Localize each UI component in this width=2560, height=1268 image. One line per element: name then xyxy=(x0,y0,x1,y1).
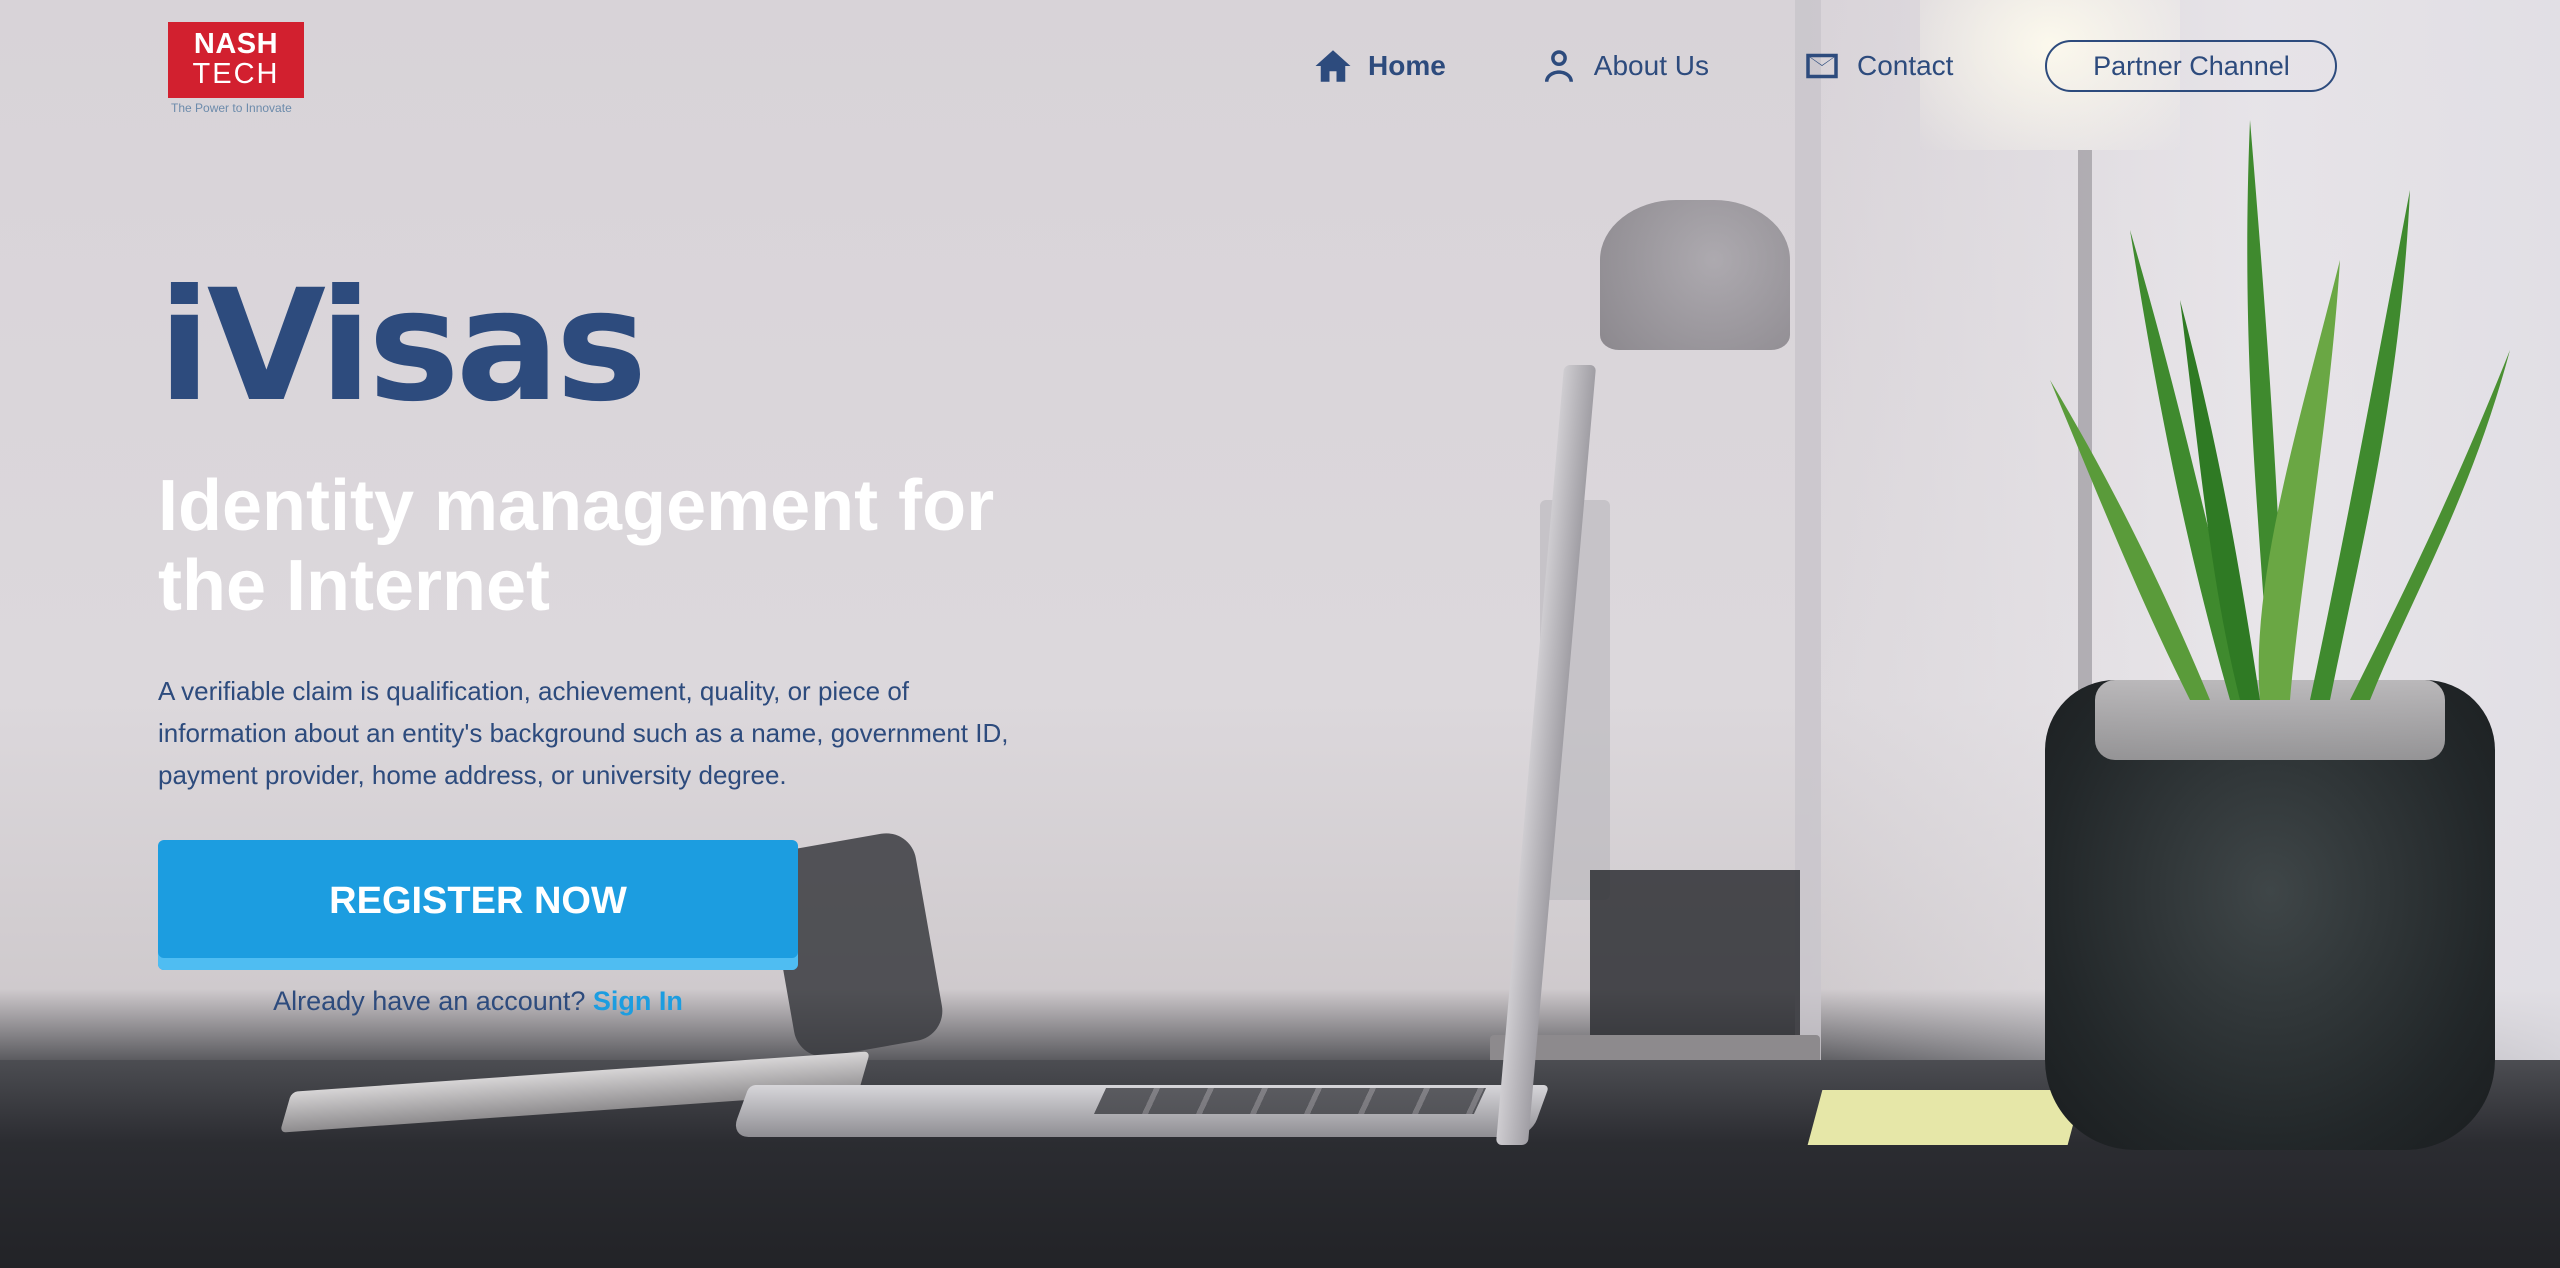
desk-lamp xyxy=(1600,200,1790,350)
home-icon xyxy=(1315,50,1351,82)
mail-icon xyxy=(1806,53,1838,79)
sign-in-link[interactable]: Sign In xyxy=(593,986,683,1016)
logo-tagline: The Power to Innovate xyxy=(171,101,292,115)
laptop-keys xyxy=(1093,1088,1487,1114)
dark-box xyxy=(1590,870,1800,1040)
brand-title: iVisas xyxy=(158,257,647,436)
logo-line2: TECH xyxy=(192,58,280,90)
signin-row: Already have an account? Sign In xyxy=(158,986,798,1017)
signin-prompt: Already have an account? xyxy=(273,986,593,1016)
nav-item-about-label: About Us xyxy=(1593,50,1709,81)
top-navigation: Home About Us Contact Partner Channel xyxy=(1312,40,2338,92)
nav-item-about-us[interactable]: About Us xyxy=(1538,45,1709,87)
partner-channel-button[interactable]: Partner Channel xyxy=(2045,40,2338,92)
nav-item-home[interactable]: Home xyxy=(1312,45,1446,87)
hero-headline: Identity management for the Internet xyxy=(158,466,995,626)
nav-item-home-label: Home xyxy=(1368,50,1446,81)
user-icon xyxy=(1544,50,1573,82)
nav-item-contact-label: Contact xyxy=(1856,50,1954,81)
sticky-notes xyxy=(1807,1090,2083,1145)
hero-description: A verifiable claim is qualification, ach… xyxy=(158,676,1009,790)
nav-item-contact[interactable]: Contact xyxy=(1801,45,1954,87)
nashtech-logo[interactable]: NASH TECH The Power to Innovate xyxy=(168,22,306,118)
plant-illustration xyxy=(2050,120,2510,700)
register-now-button[interactable]: REGISTER NOW xyxy=(158,840,798,970)
logo-mark: NASH TECH xyxy=(168,22,304,98)
hero-section: iVisas Identity management for the Inter… xyxy=(158,270,1058,1017)
logo-line1: NASH xyxy=(193,28,279,60)
